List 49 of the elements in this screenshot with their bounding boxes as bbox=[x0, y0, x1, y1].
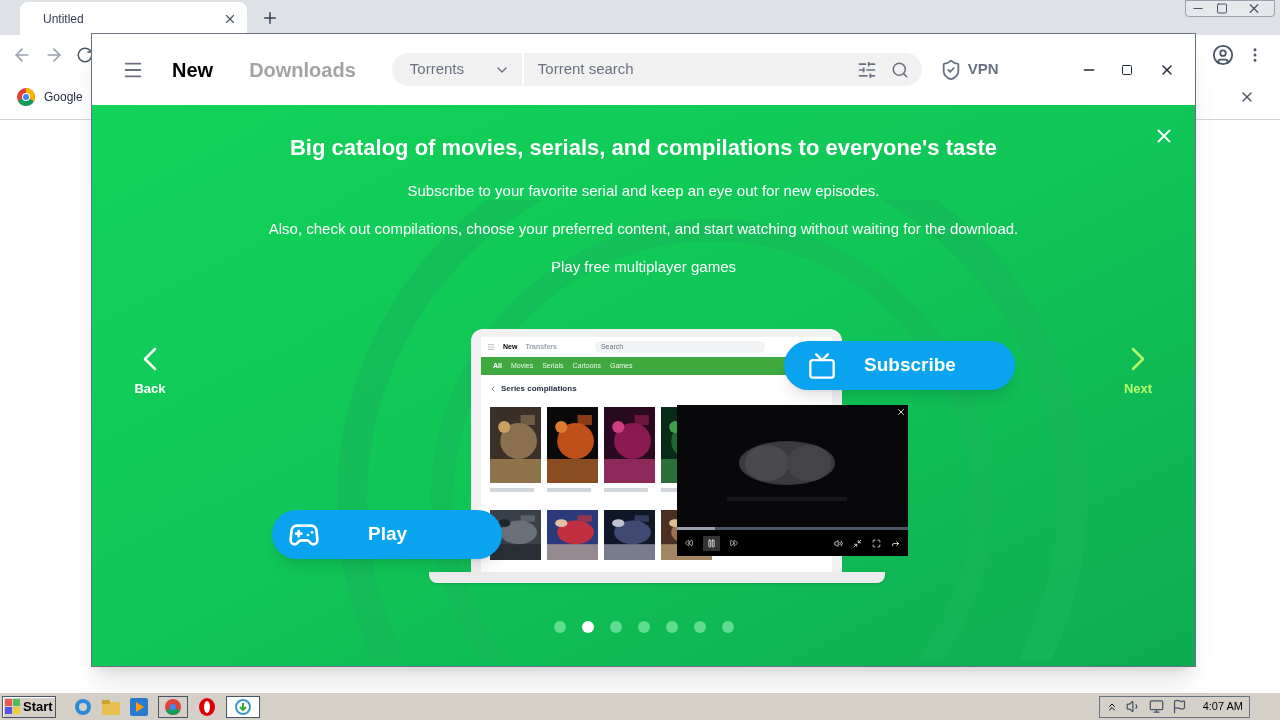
pause-button[interactable] bbox=[703, 535, 720, 551]
browser-tab[interactable]: Untitled bbox=[20, 2, 247, 35]
share-icon[interactable] bbox=[891, 538, 900, 548]
rewind-icon[interactable] bbox=[685, 539, 693, 547]
text-placeholder bbox=[490, 488, 534, 492]
media-player-icon[interactable] bbox=[129, 697, 148, 716]
section-title: Series compilations bbox=[501, 383, 577, 395]
volume-icon[interactable] bbox=[834, 538, 843, 548]
network-icon[interactable] bbox=[1148, 699, 1164, 714]
text-placeholder bbox=[604, 488, 648, 492]
category-dropdown[interactable]: Torrents bbox=[391, 53, 522, 86]
minimize-icon[interactable] bbox=[853, 538, 862, 548]
taskbar-button[interactable] bbox=[225, 695, 260, 718]
back-icon[interactable] bbox=[489, 385, 497, 393]
slide-text: Also, check out compilations, choose your preferred content, and start watching without waiting for the download. bbox=[268, 219, 1019, 238]
reload-icon[interactable] bbox=[76, 46, 94, 64]
play-label: Play bbox=[368, 522, 408, 547]
bookmark-link[interactable]: Google bbox=[44, 88, 83, 106]
clock-text: 4:07 AM bbox=[1202, 699, 1243, 715]
browser-logo-icon bbox=[164, 698, 181, 715]
nav-tab[interactable]: Downloads bbox=[249, 54, 356, 85]
menu-icon bbox=[487, 343, 495, 351]
fast-forward-icon[interactable] bbox=[730, 539, 738, 547]
flag-icon[interactable] bbox=[1171, 699, 1187, 714]
windows-logo-icon bbox=[5, 698, 21, 715]
slide-text: Subscribe to your favorite serial and keep an eye out for new episodes. bbox=[407, 181, 880, 200]
tv-icon bbox=[808, 351, 836, 380]
profile-icon[interactable] bbox=[1212, 44, 1234, 66]
search-input[interactable]: Torrent search bbox=[523, 58, 857, 81]
nav-tab[interactable]: New bbox=[172, 54, 214, 85]
back-button[interactable]: Back bbox=[120, 339, 180, 399]
new-tab-icon[interactable] bbox=[261, 9, 279, 27]
subscribe-label: Subscribe bbox=[864, 353, 956, 378]
globe-logo-icon[interactable] bbox=[17, 88, 35, 106]
text-placeholder bbox=[547, 488, 591, 492]
maximize-icon[interactable] bbox=[1121, 63, 1133, 76]
fullscreen-icon[interactable] bbox=[872, 538, 881, 548]
download-icon bbox=[234, 698, 251, 715]
taskbar-button[interactable] bbox=[157, 695, 188, 718]
search-field[interactable]: Torrent search bbox=[523, 53, 922, 86]
search-icon[interactable] bbox=[890, 60, 909, 79]
slide-text: Play free multiplayer games bbox=[550, 257, 737, 276]
filter-icon[interactable] bbox=[856, 59, 877, 80]
slide-title: Big catalog of movies, serials, and compilations to everyone's taste bbox=[290, 134, 997, 162]
next-button[interactable]: Next bbox=[1108, 339, 1168, 399]
pause-icon bbox=[707, 538, 716, 548]
opera-icon[interactable] bbox=[197, 697, 216, 716]
start-button[interactable]: Start bbox=[2, 695, 56, 718]
vpn-button[interactable]: VPN bbox=[939, 58, 999, 81]
